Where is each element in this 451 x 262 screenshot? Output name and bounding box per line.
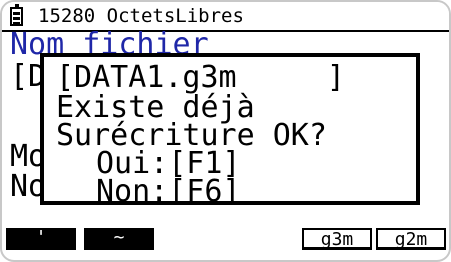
f2-tilde-key[interactable]: ~ bbox=[84, 228, 154, 250]
dialog-filename: [DATA1.g3m ] bbox=[56, 60, 345, 95]
dialog-body: [DATA1.g3m ] Existe déjà Surécriture OK?… bbox=[44, 57, 416, 207]
free-memory-text: 15280 OctetsLibres bbox=[38, 5, 244, 27]
dialog-no-option[interactable]: Non:[F6] bbox=[96, 177, 241, 207]
battery-icon bbox=[10, 4, 23, 26]
f6-g2m-key[interactable]: g2m bbox=[376, 228, 446, 250]
f5-g3m-key[interactable]: g3m bbox=[302, 228, 372, 250]
overwrite-confirm-dialog: [DATA1.g3m ] Existe déjà Surécriture OK?… bbox=[40, 53, 420, 207]
function-key-bar: ' ~ g3m g2m bbox=[2, 228, 449, 252]
calculator-screen: 15280 OctetsLibres Nom fichier [D Mo No … bbox=[0, 0, 451, 262]
f1-apostrophe-key[interactable]: ' bbox=[6, 228, 76, 250]
